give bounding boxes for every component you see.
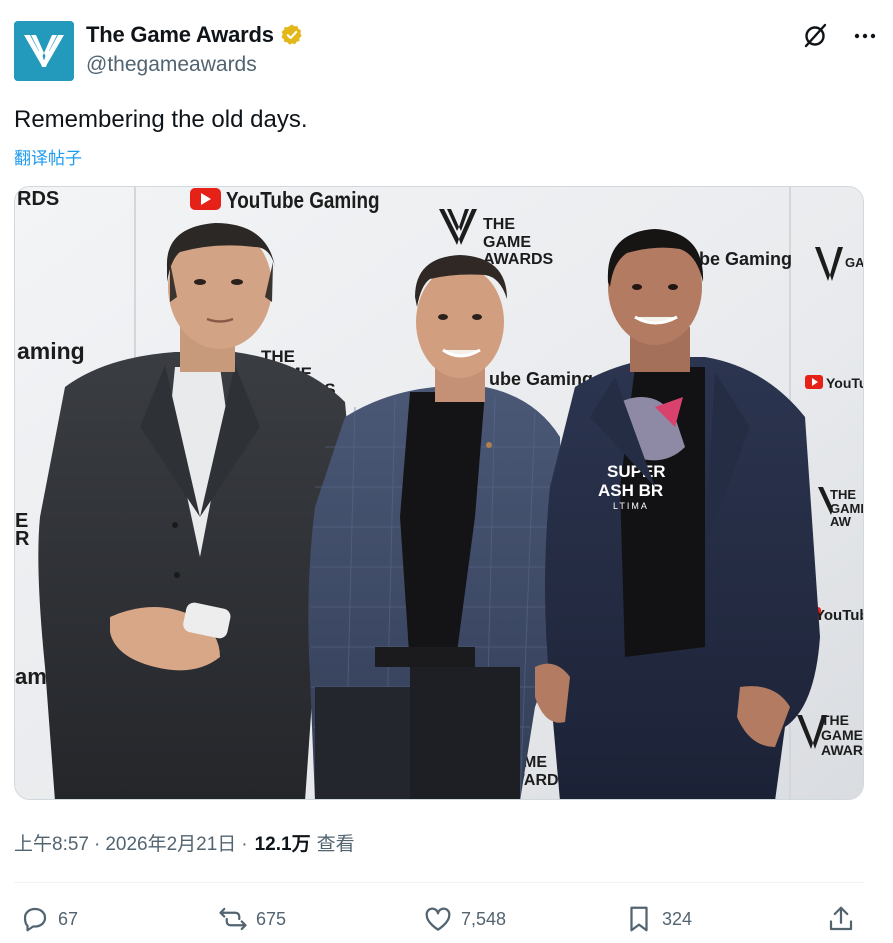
reply-count: 67: [58, 908, 79, 929]
backdrop-text-awar: AWAR: [821, 742, 863, 758]
translate-post-link[interactable]: 翻译帖子: [14, 144, 82, 169]
share-button[interactable]: [826, 898, 856, 940]
reply-button[interactable]: 67: [20, 898, 78, 940]
tweet-photo[interactable]: RDS YouTube Gaming THE GAME AWARDS ube G…: [14, 186, 864, 800]
meta-separator-2: ·: [241, 834, 248, 855]
backdrop-text-ube-gaming-1: ube Gaming: [688, 249, 792, 269]
avatar[interactable]: [14, 21, 74, 81]
game-awards-logo: [14, 21, 74, 81]
tweet-header: The Game Awards @thegameawards: [14, 20, 879, 82]
tweet-meta: 上午8:57 · 2026年2月21日 · 12.1万 查看: [14, 829, 355, 856]
tweet-text: Remembering the old days.: [14, 106, 308, 133]
svg-text:GAME: GAME: [821, 727, 863, 743]
grok-icon[interactable]: [801, 22, 829, 50]
bookmark-count: 324: [662, 908, 693, 929]
svg-text:THE: THE: [830, 487, 856, 502]
svg-text:THE: THE: [821, 712, 849, 728]
meta-separator: ·: [93, 834, 101, 855]
red-carpet-photo: RDS YouTube Gaming THE GAME AWARDS ube G…: [15, 187, 864, 799]
heart-icon: [425, 907, 451, 931]
backdrop-text-r: R: [15, 528, 30, 550]
reply-icon: [23, 907, 47, 932]
share-icon: [829, 906, 853, 931]
svg-text:THE: THE: [483, 216, 515, 233]
author-name-row: The Game Awards: [86, 22, 304, 48]
backdrop-text-ga: GA: [845, 255, 864, 270]
tweet-date[interactable]: 2026年2月21日: [105, 829, 236, 856]
repost-count: 675: [256, 908, 287, 929]
tweet-actions-bar: 67 675 7,548 324: [14, 898, 864, 940]
backdrop-text-youtube-ga: YouTube Ga: [815, 607, 864, 624]
backdrop-text-aw: AW: [830, 514, 852, 529]
header-actions: [801, 22, 879, 50]
backdrop-text-aming: aming: [17, 338, 85, 364]
backdrop-text-rds: RDS: [17, 188, 59, 210]
views-label: 查看: [316, 834, 355, 855]
more-icon[interactable]: [851, 22, 879, 50]
tweet-time[interactable]: 上午8:57: [14, 829, 89, 856]
bookmark-icon: [630, 906, 648, 932]
verified-badge-icon[interactable]: [280, 23, 304, 47]
shirt-text-ltima: LTIMA: [613, 501, 649, 511]
divider: [14, 882, 864, 883]
bookmark-button[interactable]: 324: [624, 898, 692, 940]
repost-button[interactable]: 675: [218, 898, 286, 940]
repost-icon: [219, 907, 247, 931]
svg-text:AWARDS: AWARDS: [483, 251, 554, 268]
like-count: 7,548: [461, 908, 507, 929]
svg-text:GAME: GAME: [483, 234, 531, 251]
backdrop-text-youtube-gaming: YouTube Gaming: [226, 188, 380, 213]
backdrop-text-youtube: YouTube: [826, 375, 864, 391]
like-button[interactable]: 7,548: [423, 898, 506, 940]
author-display-name[interactable]: The Game Awards: [86, 22, 274, 48]
views-count: 12.1万: [254, 834, 311, 855]
author-handle[interactable]: @thegameawards: [86, 53, 257, 77]
